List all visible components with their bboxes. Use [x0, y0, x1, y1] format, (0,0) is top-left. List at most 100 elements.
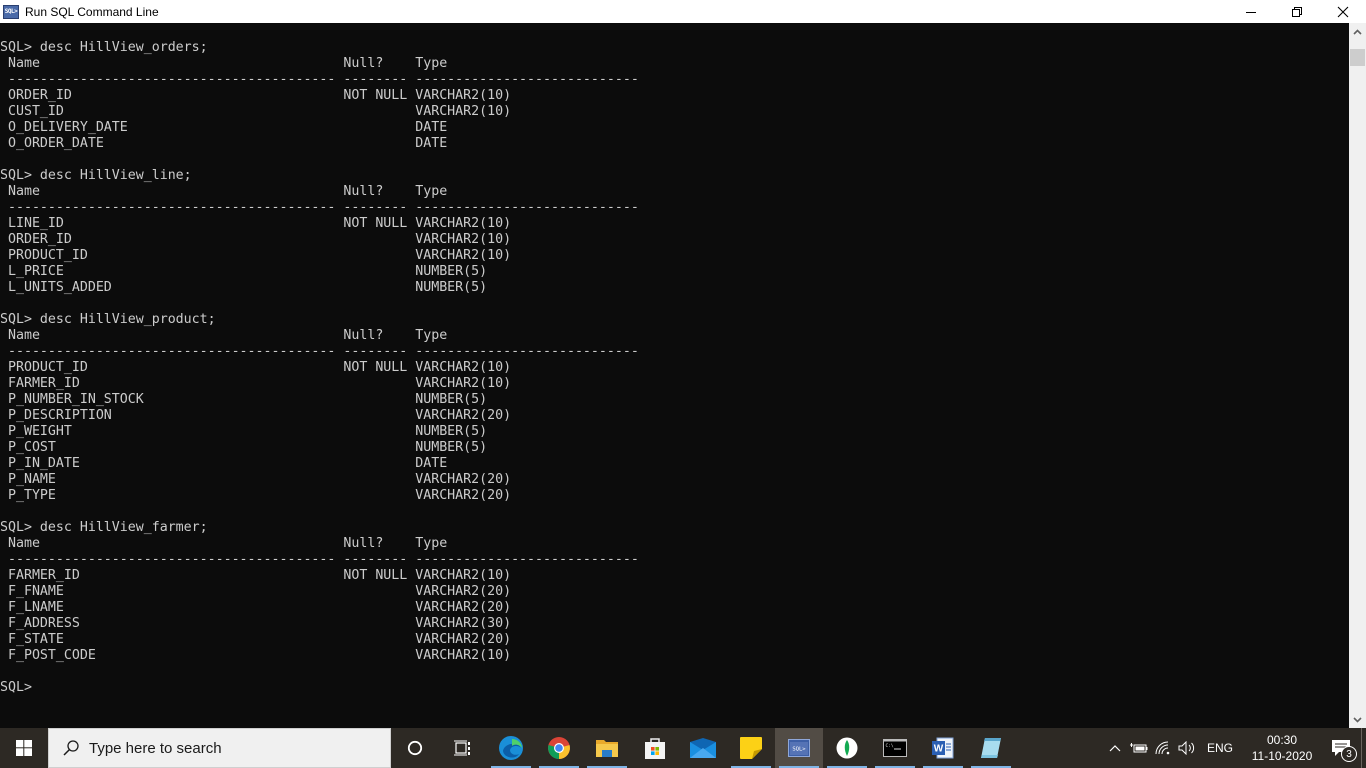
- taskbar-app-mail[interactable]: [679, 728, 727, 768]
- taskbar-app-notepad[interactable]: [967, 728, 1015, 768]
- svg-text:C:\: C:\: [886, 743, 894, 749]
- table-row: LINE_ID NOT NULL VARCHAR2(10): [0, 216, 512, 231]
- sql-command-line: SQL> desc HillView_product;: [0, 312, 216, 327]
- column-header-row: Name Null? Type: [0, 56, 448, 71]
- sticky-notes-icon: [740, 737, 762, 759]
- table-row: O_DELIVERY_DATE DATE: [0, 120, 448, 135]
- table-row: ORDER_ID VARCHAR2(10): [0, 232, 512, 247]
- column-header-row: Name Null? Type: [0, 184, 448, 199]
- sql-command-line: SQL> desc HillView_farmer;: [0, 520, 208, 535]
- close-icon: [1337, 6, 1349, 17]
- restore-button[interactable]: [1274, 0, 1320, 23]
- taskbar-app-word[interactable]: W: [919, 728, 967, 768]
- action-center-button[interactable]: 3: [1321, 728, 1361, 768]
- search-placeholder: Type here to search: [89, 739, 222, 757]
- header-separator: ----------------------------------------…: [0, 552, 639, 567]
- taskbar-app-command-prompt[interactable]: C:\: [871, 728, 919, 768]
- wifi-button[interactable]: [1151, 728, 1175, 768]
- mail-icon: [690, 738, 716, 758]
- table-row: F_STATE VARCHAR2(20): [0, 632, 512, 647]
- clock-time: 00:30: [1266, 733, 1298, 747]
- vertical-scrollbar[interactable]: [1349, 23, 1366, 728]
- scroll-down-button[interactable]: [1349, 711, 1366, 728]
- sql-command-line: SQL> desc HillView_line;: [0, 168, 192, 183]
- sql-console[interactable]: SQL> desc HillView_orders; Name Null? Ty…: [0, 23, 1349, 728]
- sql-app-icon: SQL>: [3, 4, 19, 19]
- taskbar-app-edge[interactable]: [487, 728, 535, 768]
- table-row: F_LNAME VARCHAR2(20): [0, 600, 512, 615]
- windows-logo-icon: [16, 740, 32, 756]
- cmd-icon: C:\: [883, 739, 907, 757]
- notepad-icon: [981, 738, 1001, 758]
- table-row: PRODUCT_ID NOT NULL VARCHAR2(10): [0, 360, 512, 375]
- table-row: P_TYPE VARCHAR2(20): [0, 488, 512, 503]
- taskbar-app-chrome[interactable]: [535, 728, 583, 768]
- header-separator: ----------------------------------------…: [0, 72, 639, 87]
- svg-text:SQL>: SQL>: [792, 747, 806, 753]
- sql-icon: SQL>: [788, 739, 810, 757]
- table-row: F_POST_CODE VARCHAR2(10): [0, 648, 512, 663]
- table-row: FARMER_ID NOT NULL VARCHAR2(10): [0, 568, 512, 583]
- title-bar: SQL> Run SQL Command Line: [0, 0, 1366, 23]
- mongodb-icon: [836, 737, 858, 759]
- volume-icon: [1178, 741, 1195, 755]
- header-separator: ----------------------------------------…: [0, 344, 639, 359]
- table-row: FARMER_ID VARCHAR2(10): [0, 376, 512, 391]
- cortana-button[interactable]: [391, 728, 439, 768]
- task-view-button[interactable]: [439, 728, 487, 768]
- window-title: Run SQL Command Line: [25, 4, 159, 19]
- restore-icon: [1292, 6, 1302, 17]
- table-row: PRODUCT_ID VARCHAR2(10): [0, 248, 512, 263]
- table-row: P_WEIGHT NUMBER(5): [0, 424, 488, 439]
- table-row: P_NAME VARCHAR2(20): [0, 472, 512, 487]
- header-separator: ----------------------------------------…: [0, 200, 639, 215]
- svg-text:W: W: [934, 744, 944, 755]
- minimize-button[interactable]: [1228, 0, 1274, 23]
- scroll-up-button[interactable]: [1349, 23, 1366, 40]
- minimize-icon: [1246, 11, 1256, 13]
- console-output: SQL> desc HillView_orders; Name Null? Ty…: [0, 23, 1349, 696]
- taskbar-app-file-explorer[interactable]: [583, 728, 631, 768]
- table-row: F_ADDRESS VARCHAR2(30): [0, 616, 512, 631]
- battery-button[interactable]: [1127, 728, 1151, 768]
- search-icon: [61, 738, 81, 758]
- circle-icon: [407, 740, 423, 756]
- input-language[interactable]: ENG: [1207, 741, 1233, 755]
- show-hidden-icons-button[interactable]: [1103, 728, 1127, 768]
- sql-command-line: SQL> desc HillView_orders;: [0, 40, 208, 55]
- chrome-icon: [548, 737, 570, 759]
- table-row: L_PRICE NUMBER(5): [0, 264, 488, 279]
- table-row: CUST_ID VARCHAR2(10): [0, 104, 512, 119]
- taskbar-app-sticky-notes[interactable]: [727, 728, 775, 768]
- table-row: ORDER_ID NOT NULL VARCHAR2(10): [0, 88, 512, 103]
- show-desktop-button[interactable]: [1361, 728, 1366, 768]
- table-row: L_UNITS_ADDED NUMBER(5): [0, 280, 488, 295]
- table-row: F_FNAME VARCHAR2(20): [0, 584, 512, 599]
- scroll-thumb[interactable]: [1350, 49, 1365, 66]
- store-icon: [645, 738, 665, 759]
- close-button[interactable]: [1320, 0, 1366, 23]
- table-row: P_COST NUMBER(5): [0, 440, 488, 455]
- taskbar: Type here to search SQL> C:\ W ENG 00:30…: [0, 728, 1366, 768]
- chevron-down-icon: [1353, 716, 1362, 723]
- start-button[interactable]: [0, 728, 48, 768]
- system-tray: ENG 00:30 11-10-2020 3: [1103, 728, 1366, 768]
- taskbar-app-mongodb[interactable]: [823, 728, 871, 768]
- clock-date: 11-10-2020: [1251, 749, 1313, 763]
- battery-charging-icon: [1129, 743, 1148, 753]
- taskbar-app-sql-command-line[interactable]: SQL>: [775, 728, 823, 768]
- chevron-up-icon: [1353, 28, 1362, 35]
- column-header-row: Name Null? Type: [0, 328, 448, 343]
- wifi-icon: [1155, 741, 1170, 755]
- volume-button[interactable]: [1175, 728, 1199, 768]
- word-icon: W: [932, 737, 954, 759]
- taskbar-app-store[interactable]: [631, 728, 679, 768]
- table-row: P_IN_DATE DATE: [0, 456, 448, 471]
- folder-icon: [596, 740, 618, 757]
- taskbar-search-box[interactable]: Type here to search: [48, 728, 391, 768]
- clock[interactable]: 00:30 11-10-2020: [1243, 732, 1321, 764]
